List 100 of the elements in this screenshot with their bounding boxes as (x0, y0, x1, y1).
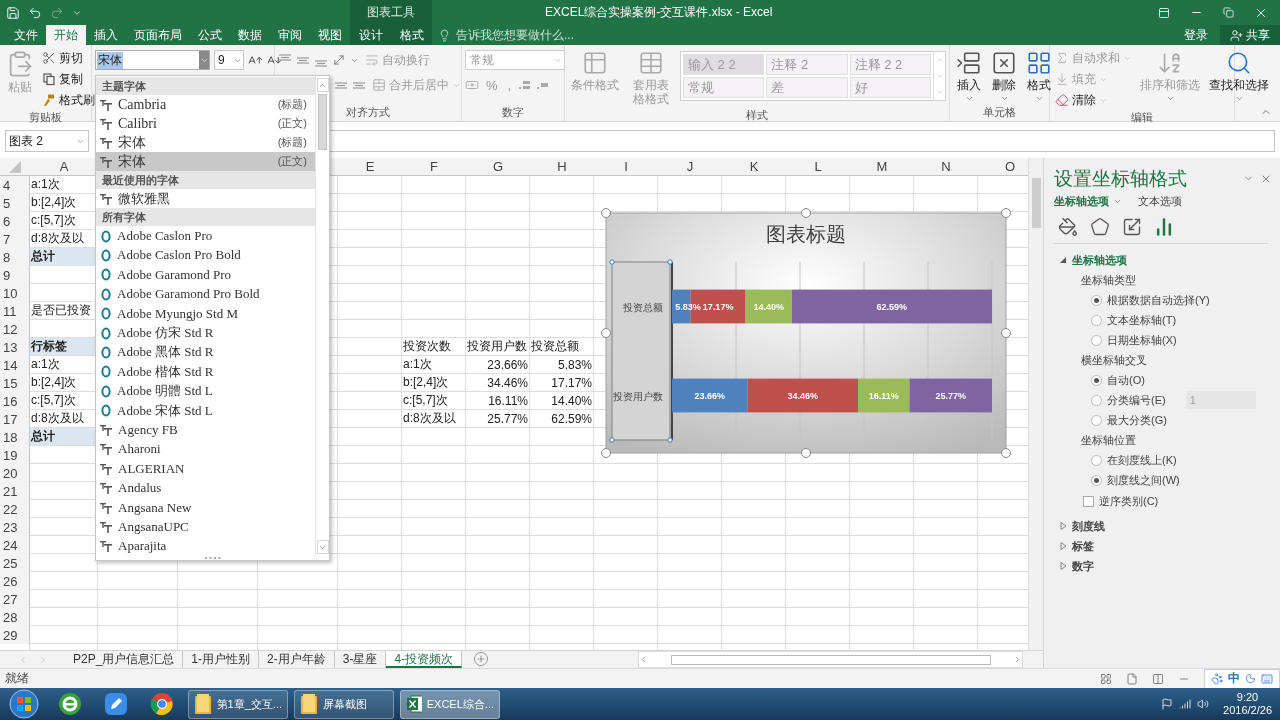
sign-in-link[interactable]: 登录 (1172, 25, 1220, 45)
redo-icon[interactable] (50, 5, 64, 20)
row-header[interactable]: 5 (0, 194, 30, 212)
row-header[interactable]: 10 (0, 284, 30, 302)
decimal-icon[interactable] (518, 79, 533, 91)
column-header[interactable]: O (978, 158, 1028, 175)
restore-icon[interactable] (1223, 7, 1234, 18)
page-break-icon[interactable] (1152, 672, 1164, 685)
font-option[interactable]: Adobe Myungjo Std M (96, 303, 315, 324)
row-header[interactable]: 23 (0, 518, 30, 536)
bar[interactable] (672, 378, 748, 413)
font-option[interactable]: Aharoni (96, 439, 315, 460)
resize-handle[interactable] (801, 448, 811, 458)
font-option[interactable]: Adobe 黑体 Std R (96, 342, 315, 363)
ribbon-display-icon[interactable] (1158, 6, 1170, 19)
resize-handle[interactable] (1001, 208, 1011, 218)
tell-me-field[interactable]: 告诉我您想要做什么... (454, 27, 644, 43)
font-option[interactable]: Adobe 明體 Std L (96, 381, 315, 401)
row-header[interactable]: 11 (0, 302, 30, 320)
font-option[interactable]: Agency FB (96, 420, 315, 440)
section-header[interactable]: 标签 (1054, 536, 1280, 556)
taskbar-window-button[interactable]: 屏幕截图 (294, 689, 394, 719)
font-option[interactable]: 宋体 (标题) (96, 133, 315, 152)
radio-button[interactable] (1091, 374, 1102, 386)
row-header[interactable]: 21 (0, 482, 30, 500)
row-header[interactable]: 20 (0, 464, 30, 482)
section-header[interactable]: 数字 (1054, 556, 1280, 576)
row-header[interactable]: 19 (0, 446, 30, 464)
radio-button[interactable] (1091, 334, 1102, 346)
page-layout-icon[interactable] (1126, 672, 1138, 685)
editing-command-button[interactable]: 查找和选择 (1206, 48, 1272, 105)
font-option[interactable]: Aparajita (96, 536, 315, 557)
resize-handle[interactable] (601, 448, 611, 458)
cell-command-button[interactable]: 格式 (1023, 48, 1055, 105)
keyboard-icon[interactable] (1261, 672, 1273, 685)
row-header[interactable]: 28 (0, 608, 30, 626)
paint-bucket-icon[interactable] (1058, 217, 1078, 237)
scroll-right-icon[interactable] (1013, 655, 1022, 664)
row-header[interactable]: 7 (0, 230, 30, 248)
signal-icon[interactable] (1179, 698, 1192, 710)
row-header[interactable]: 25 (0, 554, 30, 572)
resize-icon[interactable] (1122, 217, 1142, 237)
ribbon-tab[interactable]: 页面布局 (126, 25, 190, 45)
radio-button[interactable] (1091, 394, 1102, 406)
bar[interactable] (745, 289, 792, 324)
row-header[interactable]: 24 (0, 536, 30, 554)
font-option[interactable]: Adobe Garamond Pro (96, 265, 315, 285)
font-option[interactable]: Adobe Garamond Pro Bold (96, 284, 315, 304)
row-header[interactable]: 26 (0, 572, 30, 590)
cell-command-button[interactable]: 插入 (953, 48, 985, 105)
row-header[interactable]: 29 (0, 626, 30, 644)
font-option[interactable]: 宋体 (正文) (96, 152, 315, 171)
column-header[interactable]: K (722, 158, 786, 175)
column-header[interactable]: L (786, 158, 850, 175)
resize-handle[interactable] (1001, 328, 1011, 338)
radio-option[interactable]: 日期坐标轴(X) (1091, 332, 1177, 348)
ribbon-tab[interactable]: 数据 (230, 25, 270, 45)
row-header[interactable]: 13 (0, 338, 30, 356)
scroll-thumb[interactable] (318, 94, 327, 150)
menu-scroll-bar[interactable] (315, 76, 329, 557)
horizontal-scroll-bar[interactable] (638, 651, 1023, 668)
row-header[interactable]: 14 (0, 356, 30, 374)
column-header[interactable]: M (850, 158, 914, 175)
resize-handle[interactable] (601, 208, 611, 218)
save-icon[interactable] (6, 5, 20, 20)
cell-command-button[interactable]: 删除 (988, 48, 1020, 105)
bar[interactable] (747, 378, 858, 413)
column-header[interactable]: H (530, 158, 594, 175)
checkbox-option[interactable]: 逆序类别(C) (1054, 490, 1280, 512)
scroll-down-button[interactable] (316, 540, 329, 555)
sheet-tab[interactable]: 4-投资频次 (386, 651, 463, 668)
ribbon-tab[interactable]: 文件 (6, 25, 46, 45)
scroll-thumb[interactable] (670, 654, 991, 665)
radio-button[interactable] (1091, 474, 1102, 486)
font-size-field[interactable]: 9 (214, 50, 244, 70)
radio-button[interactable] (1091, 314, 1102, 326)
ime-mode-label[interactable]: 中 (1228, 670, 1240, 687)
row-header[interactable]: 17 (0, 410, 30, 428)
share-button[interactable]: 共享 (1220, 25, 1280, 45)
radio-button[interactable] (1091, 454, 1102, 466)
text-orientation-icon[interactable] (332, 53, 346, 67)
section-header[interactable]: 刻度线 (1054, 516, 1280, 536)
clipboard-button[interactable]: 格式刷 (40, 90, 97, 110)
column-header[interactable]: I (594, 158, 658, 175)
bar[interactable] (909, 378, 992, 413)
undo-icon[interactable] (28, 5, 42, 20)
scroll-left-icon[interactable] (639, 655, 648, 664)
scroll-up-icon[interactable] (935, 56, 944, 64)
font-option[interactable]: Adobe 楷体 Std R (96, 362, 315, 382)
font-option[interactable]: ALGERIAN (96, 459, 315, 479)
clock[interactable]: 9:20 2016/2/26 (1223, 691, 1272, 717)
select-all-icon[interactable] (9, 160, 21, 173)
paw-icon[interactable] (1211, 672, 1223, 685)
column-header[interactable]: J (658, 158, 722, 175)
column-header[interactable]: G (466, 158, 530, 175)
pencil-icon[interactable] (104, 692, 128, 716)
bar-chart-icon[interactable] (1154, 217, 1174, 237)
ribbon-tab[interactable]: 插入 (86, 25, 126, 45)
font-option[interactable]: Adobe 宋体 Std L (96, 400, 315, 421)
pentagon-icon[interactable] (1090, 217, 1110, 237)
